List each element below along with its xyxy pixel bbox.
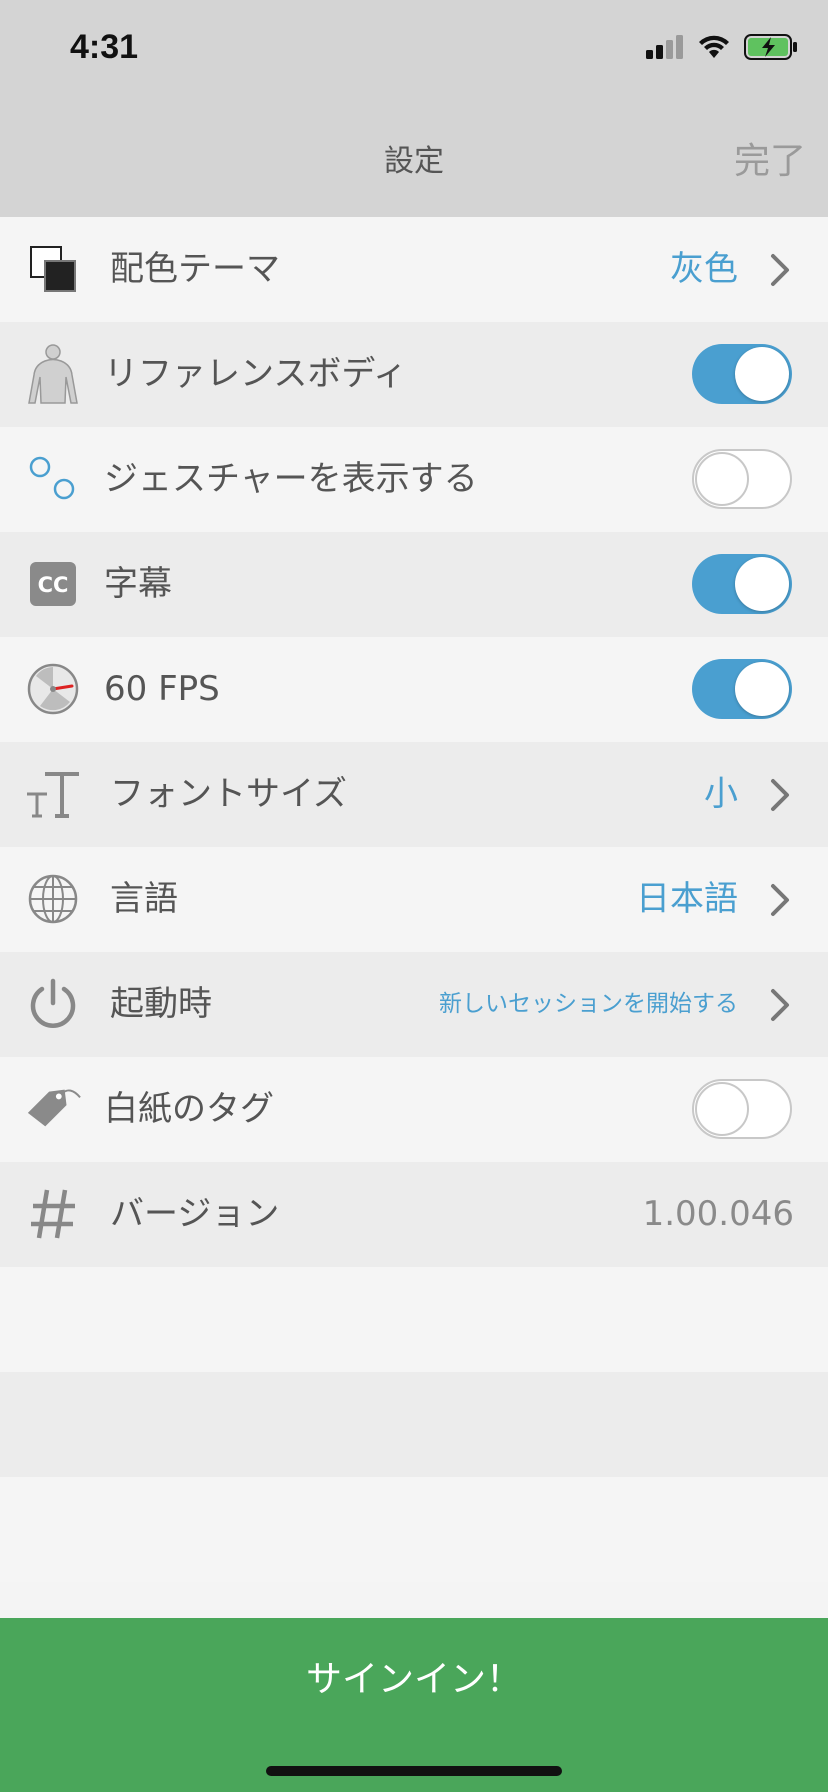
globe-icon [24, 869, 82, 929]
status-time: 4:31 [70, 28, 139, 66]
nav-bar: 設定 完了 [0, 100, 828, 217]
empty-row [0, 1477, 828, 1582]
row-font-size[interactable]: フォントサイズ 小 [0, 742, 828, 847]
row-version: バージョン 1.00.046 [0, 1162, 828, 1267]
row-label: ジェスチャーを表示する [104, 459, 478, 499]
chevron-right-icon [771, 779, 789, 811]
empty-row [0, 1372, 828, 1477]
row-label: 配色テーマ [110, 249, 280, 289]
row-color-theme[interactable]: 配色テーマ 灰色 [0, 217, 828, 322]
signin-button[interactable]: サインイン！ [0, 1618, 828, 1792]
row-60fps: 60 FPS [0, 637, 828, 742]
chevron-right-icon [771, 254, 789, 286]
status-icons [646, 34, 798, 60]
tag-icon [24, 1079, 82, 1139]
row-label: 起動時 [110, 984, 212, 1024]
row-reference-body: リファレンスボディ [0, 322, 828, 427]
power-icon [24, 974, 82, 1034]
row-label: 60 FPS [104, 669, 220, 709]
row-show-gestures: ジェスチャーを表示する [0, 427, 828, 532]
body-icon [24, 344, 82, 404]
show-gestures-toggle[interactable] [692, 449, 792, 509]
color-theme-icon [24, 239, 82, 299]
home-indicator [266, 1766, 562, 1776]
subtitles-toggle[interactable] [692, 554, 792, 614]
row-value: 小 [704, 774, 738, 814]
wifi-icon [699, 35, 729, 58]
signal-icon [646, 35, 683, 59]
page-title: 設定 [384, 144, 444, 179]
row-label: フォントサイズ [110, 774, 347, 814]
cc-icon: CC [24, 554, 82, 614]
reference-body-toggle[interactable] [692, 344, 792, 404]
gesture-icon [24, 449, 82, 509]
done-button[interactable]: 完了 [734, 132, 806, 184]
speedometer-icon [24, 659, 82, 719]
row-blank-tag: 白紙のタグ [0, 1057, 828, 1162]
row-label: リファレンスボディ [104, 354, 407, 394]
row-language[interactable]: 言語 日本語 [0, 847, 828, 952]
battery-icon [744, 34, 797, 60]
hash-icon [24, 1184, 82, 1244]
row-label: 字幕 [104, 564, 172, 604]
row-value: 新しいセッションを開始する [439, 991, 738, 1017]
version-value: 1.00.046 [642, 1194, 794, 1234]
fps-toggle[interactable] [692, 659, 792, 719]
row-value: 灰色 [670, 249, 738, 289]
blank-tag-toggle[interactable] [692, 1079, 792, 1139]
chevron-right-icon [771, 989, 789, 1021]
signin-label: サインイン！ [305, 1659, 522, 1700]
chevron-right-icon [771, 884, 789, 916]
font-size-icon [24, 764, 82, 824]
row-on-launch[interactable]: 起動時 新しいセッションを開始する [0, 952, 828, 1057]
row-label: 言語 [110, 879, 178, 919]
svg-text:CC: CC [38, 573, 69, 597]
status-bar: 4:31 [0, 0, 828, 100]
row-label: バージョン [110, 1194, 280, 1234]
row-subtitles: CC 字幕 [0, 532, 828, 637]
row-value: 日本語 [636, 879, 738, 919]
empty-row [0, 1267, 828, 1372]
settings-list: 配色テーマ 灰色 リファレンスボディ ジェスチャーを表示する CC 字幕 60 … [0, 217, 828, 1582]
row-label: 白紙のタグ [104, 1089, 274, 1129]
